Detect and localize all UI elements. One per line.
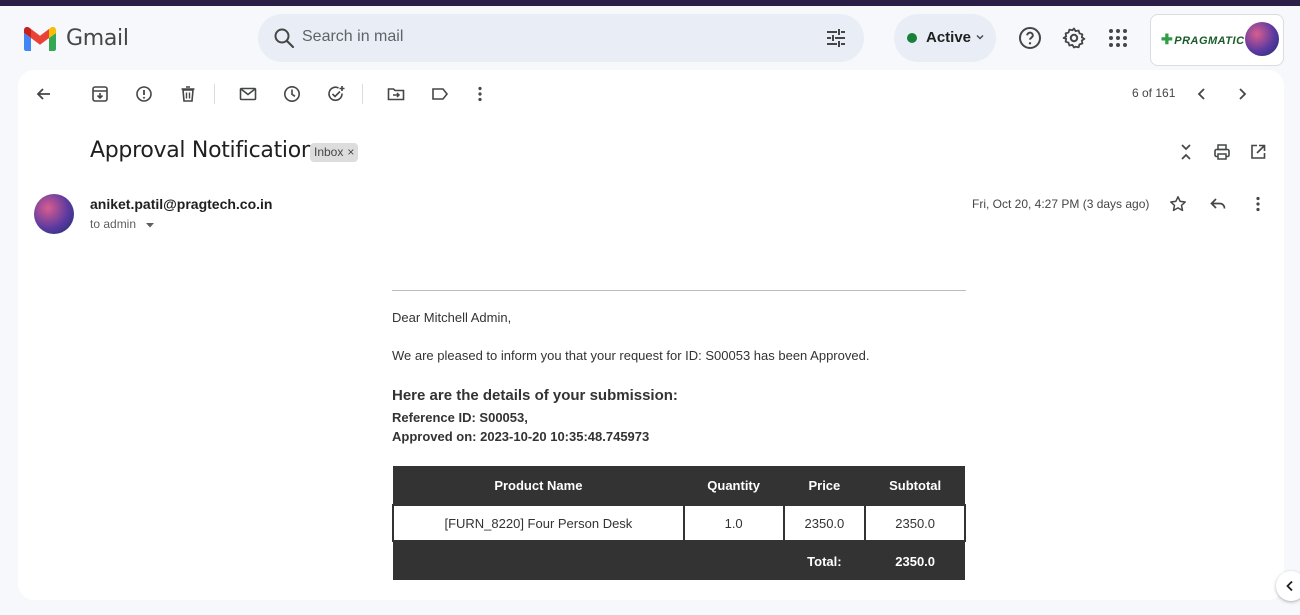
side-panel-toggle[interactable] — [1276, 571, 1300, 601]
chevron-right-icon[interactable] — [1232, 84, 1252, 104]
add-task-icon[interactable] — [326, 84, 346, 104]
print-icon[interactable] — [1212, 142, 1232, 162]
status-label: Active — [926, 29, 972, 46]
inbox-label-badge[interactable]: Inbox × — [310, 143, 359, 162]
search-options-icon[interactable] — [824, 26, 848, 50]
delete-icon[interactable] — [178, 84, 198, 104]
label-icon[interactable] — [430, 84, 450, 104]
product-name-cell: [FURN_8220] Four Person Desk — [392, 504, 685, 542]
sender-avatar[interactable] — [34, 194, 74, 234]
status-selector[interactable]: Active — [894, 14, 996, 62]
pagination-count: 6 of 161 — [1132, 86, 1176, 100]
report-spam-icon[interactable] — [134, 84, 154, 104]
mark-unread-icon[interactable] — [238, 84, 258, 104]
total-row: Total: 2350.0 — [393, 541, 965, 580]
sender-email[interactable]: aniket.patil@pragtech.co.in — [90, 196, 272, 212]
gmail-logo[interactable]: Gmail — [24, 26, 129, 51]
column-header: Subtotal — [865, 466, 965, 505]
more-vert-icon[interactable] — [1248, 194, 1268, 214]
details-heading: Here are the details of your submission: — [392, 387, 678, 404]
search-icon[interactable] — [272, 26, 296, 50]
gear-icon[interactable] — [1062, 26, 1086, 50]
brand-logo: ✚PRAGMATIC — [1161, 31, 1245, 48]
toolbar-divider — [362, 84, 363, 104]
total-label: Total: — [783, 541, 866, 580]
greeting: Dear Mitchell Admin, — [392, 310, 512, 325]
search-input[interactable]: Search in mail — [302, 28, 403, 46]
snooze-icon[interactable] — [282, 84, 302, 104]
total-spacer — [393, 541, 684, 580]
column-header: Product Name — [393, 466, 684, 505]
table-header-row: Product Name Quantity Price Subtotal — [393, 466, 965, 505]
archive-icon[interactable] — [90, 84, 110, 104]
brand-name: PRAGMATIC — [1174, 35, 1245, 47]
chevron-left-icon[interactable] — [1192, 84, 1212, 104]
table-row: [FURN_8220] Four Person Desk 1.0 2350.0 … — [392, 504, 966, 542]
column-header: Quantity — [683, 466, 784, 505]
star-icon[interactable] — [1168, 194, 1188, 214]
chevron-down-icon — [976, 35, 984, 40]
recipient-text: to admin — [90, 217, 137, 231]
reference-id: Reference ID: S00053, — [392, 410, 528, 425]
collapse-all-icon[interactable] — [1176, 142, 1196, 162]
toolbar-divider — [214, 84, 215, 104]
approval-message: We are pleased to inform you that your r… — [392, 348, 870, 363]
open-in-new-window-icon[interactable] — [1248, 142, 1268, 162]
brand-plus-icon: ✚ — [1161, 31, 1174, 47]
apps-grid-icon[interactable] — [1106, 26, 1130, 50]
badge-label: Inbox — [314, 145, 344, 159]
reply-icon[interactable] — [1208, 194, 1228, 214]
search-bar[interactable]: Search in mail — [258, 14, 864, 62]
products-table: Product Name Quantity Price Subtotal [FU… — [392, 466, 966, 580]
move-to-icon[interactable] — [386, 84, 406, 104]
subtotal-cell: 2350.0 — [864, 504, 966, 542]
chevron-left-icon — [1286, 580, 1293, 592]
approved-on: Approved on: 2023-10-20 10:35:48.745973 — [392, 429, 650, 444]
column-header: Price — [783, 466, 866, 505]
account-switcher[interactable]: ✚PRAGMATIC — [1150, 14, 1284, 66]
quantity-cell: 1.0 — [682, 504, 785, 542]
divider — [392, 290, 966, 291]
status-dot — [907, 33, 917, 43]
email-subject: Approval Notification — [90, 138, 315, 163]
message-view: 6 of 161 Approval Notification Inbox × an… — [18, 70, 1284, 600]
back-arrow-icon[interactable] — [34, 84, 54, 104]
email-date: Fri, Oct 20, 4:27 PM (3 days ago) — [972, 197, 1150, 211]
header: Gmail Search in mail Active ✚PRAGMATIC — [0, 6, 1300, 70]
help-icon[interactable] — [1018, 26, 1042, 50]
total-value: 2350.0 — [865, 541, 965, 580]
gmail-m-icon — [24, 26, 56, 51]
gmail-wordmark: Gmail — [66, 26, 129, 51]
close-icon[interactable]: × — [347, 145, 354, 159]
avatar[interactable] — [1245, 22, 1279, 56]
recipient-line[interactable]: to admin — [90, 217, 155, 231]
price-cell: 2350.0 — [782, 504, 867, 542]
more-vert-icon[interactable] — [470, 84, 490, 104]
caret-down-icon[interactable] — [145, 221, 155, 229]
total-spacer — [683, 541, 784, 580]
